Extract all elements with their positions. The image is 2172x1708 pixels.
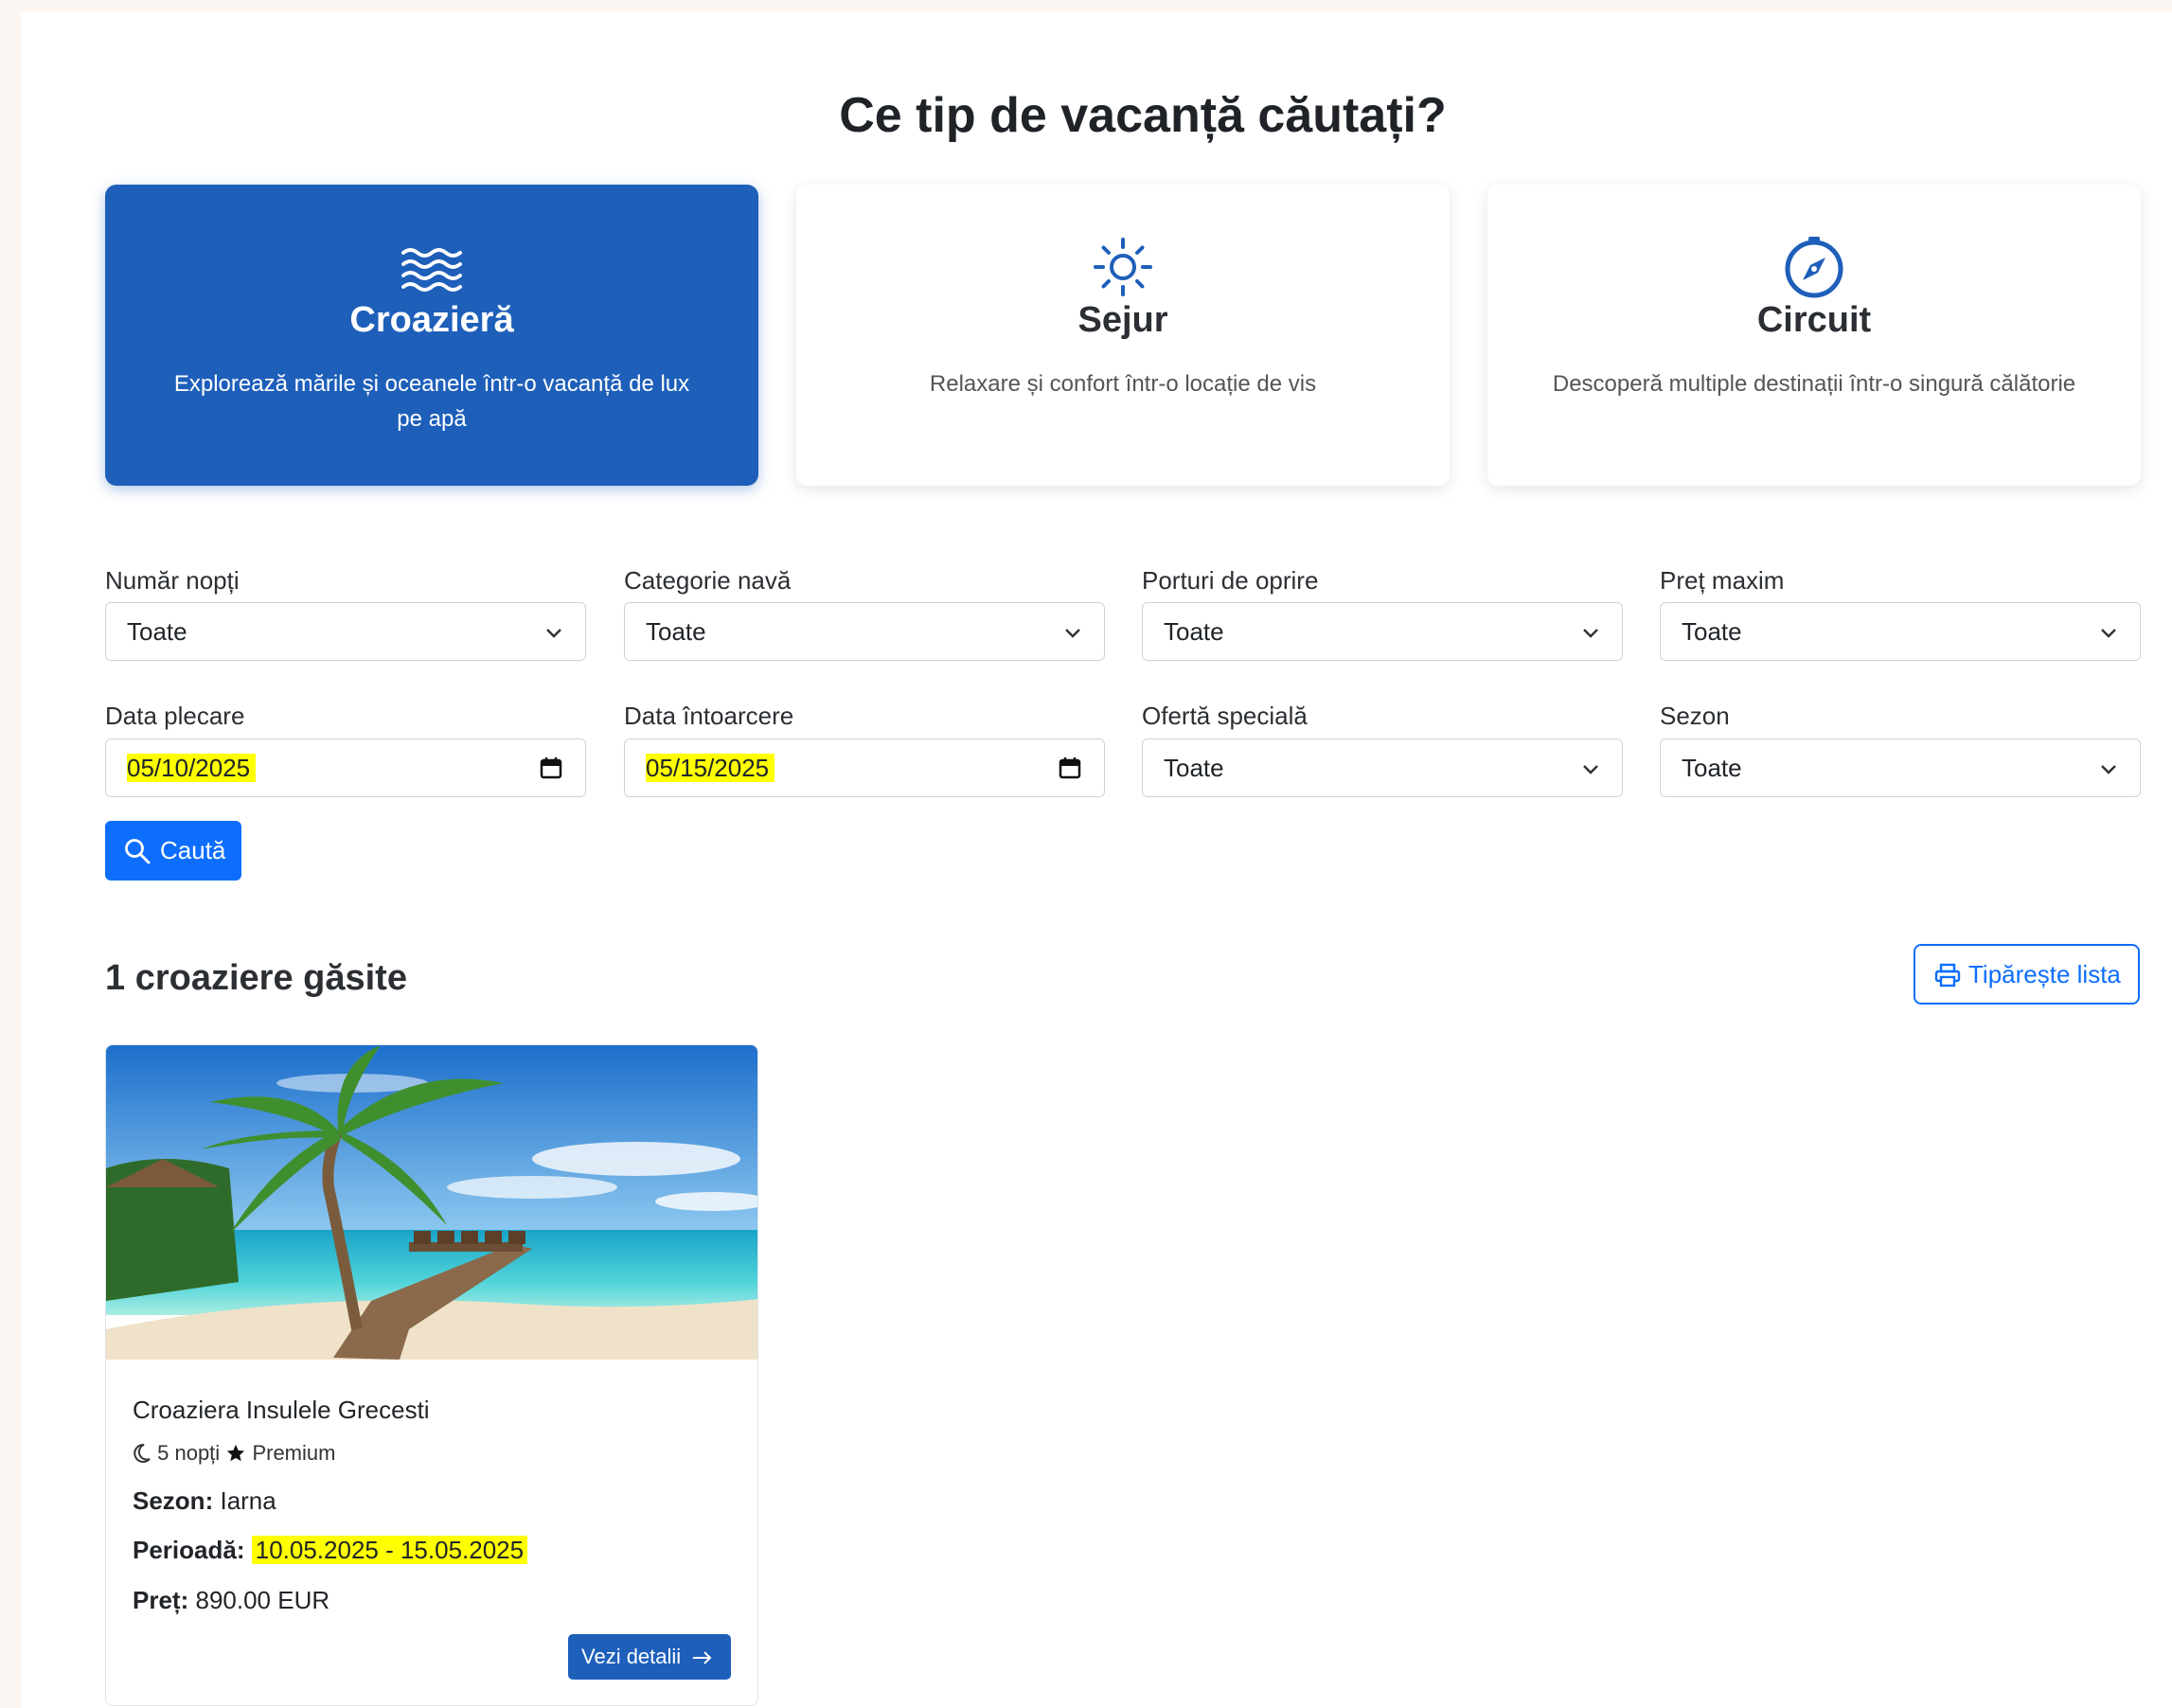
max-price-label: Preț maxim	[1660, 566, 1785, 595]
results-count: 1 croaziere găsite	[105, 958, 407, 998]
calendar-icon[interactable]	[1059, 756, 1081, 779]
moon-icon	[134, 1443, 151, 1463]
cruise-title: Croaziera Insulele Grecesti	[133, 1396, 430, 1424]
print-list-button[interactable]: Tipărește lista	[1914, 944, 2140, 1005]
nights-value: Toate	[127, 617, 187, 646]
chevron-down-icon	[1583, 765, 1598, 774]
nights-label: Număr nopți	[105, 566, 240, 595]
season-field-label: Sezon:	[133, 1486, 214, 1515]
season-select[interactable]: Toate	[1660, 738, 2141, 797]
cruise-card[interactable]: Croaziera Insulele Grecesti 5 nopți Prem…	[105, 1044, 758, 1706]
page-title: Ce tip de vacanță căutați?	[839, 88, 1447, 143]
type-card-description: Relaxare și confort într-o locație de vi…	[929, 371, 1317, 397]
ship-category-select[interactable]: Toate	[624, 602, 1105, 661]
ports-select[interactable]: Toate	[1142, 602, 1623, 661]
special-offer-value: Toate	[1164, 754, 1224, 782]
chevron-down-icon	[2101, 765, 2116, 774]
price-field-value: 890.00 EUR	[195, 1586, 330, 1614]
printer-icon	[1934, 963, 1961, 987]
special-offer-label: Ofertă specială	[1142, 702, 1308, 730]
arrow-right-icon	[693, 1651, 712, 1664]
nights-select[interactable]: Toate	[105, 602, 586, 661]
season-field-value: Iarna	[220, 1486, 276, 1515]
compass-icon	[1785, 237, 1843, 298]
view-details-button[interactable]: Vezi detalii	[568, 1634, 731, 1680]
chevron-down-icon	[546, 629, 561, 638]
type-card-description: Descoperă multiple destinații într-o sin…	[1552, 371, 2076, 397]
type-card-sejur[interactable]: Sejur Relaxare și confort într-o locație…	[796, 185, 1450, 486]
type-card-circuit[interactable]: Circuit Descoperă multiple destinații în…	[1487, 185, 2141, 486]
page: Ce tip de vacanță căutați? Croazieră Exp…	[21, 11, 2172, 1708]
print-list-label: Tipărește lista	[1968, 960, 2121, 988]
departure-label: Data plecare	[105, 702, 245, 730]
view-details-label: Vezi detalii	[581, 1645, 682, 1668]
return-date-input[interactable]: 05/15/2025	[624, 738, 1105, 797]
ship-category-value: Toate	[646, 617, 706, 646]
search-button[interactable]: Caută	[105, 821, 241, 881]
return-value: 05/15/2025	[646, 754, 775, 782]
calendar-icon[interactable]	[540, 756, 562, 779]
departure-value: 05/10/2025	[127, 754, 257, 782]
search-button-label: Caută	[160, 836, 226, 864]
departure-date-input[interactable]: 05/10/2025	[105, 738, 586, 797]
ports-label: Porturi de oprire	[1142, 566, 1319, 595]
special-offer-select[interactable]: Toate	[1142, 738, 1623, 797]
sun-icon	[1094, 238, 1152, 296]
type-card-title: Circuit	[1756, 300, 1872, 340]
price-field-label: Preț:	[133, 1586, 189, 1614]
type-card-croaziera[interactable]: Croazieră Explorează mările și oceanele …	[105, 185, 758, 486]
cruise-season: Sezon: Iarna	[133, 1486, 276, 1516]
waves-icon	[401, 248, 462, 292]
type-card-title: Croazieră	[349, 300, 514, 340]
cruise-category: Premium	[252, 1441, 336, 1465]
type-card-description: Explorează mările și oceanele într-o vac…	[173, 371, 690, 432]
chevron-down-icon	[2101, 629, 2116, 638]
cruise-photo	[106, 1045, 757, 1360]
cruise-period: Perioadă: 10.05.2025 - 15.05.2025	[133, 1536, 528, 1565]
chevron-down-icon	[1583, 629, 1598, 638]
season-value: Toate	[1682, 754, 1742, 782]
period-field-value: 10.05.2025 - 15.05.2025	[251, 1536, 528, 1564]
ship-category-label: Categorie navă	[624, 566, 792, 595]
type-card-title: Sejur	[1077, 300, 1168, 340]
cruise-meta: 5 nopți Premium	[133, 1441, 335, 1466]
period-field-label: Perioadă:	[133, 1536, 245, 1564]
search-icon	[125, 839, 151, 864]
ports-value: Toate	[1164, 617, 1224, 646]
cruise-nights: 5 nopți	[157, 1441, 221, 1465]
season-label: Sezon	[1660, 702, 1730, 730]
cruise-price: Preț: 890.00 EUR	[133, 1586, 329, 1615]
chevron-down-icon	[1065, 629, 1080, 638]
max-price-value: Toate	[1682, 617, 1742, 646]
max-price-select[interactable]: Toate	[1660, 602, 2141, 661]
return-label: Data întoarcere	[624, 702, 794, 730]
star-icon	[227, 1444, 245, 1462]
